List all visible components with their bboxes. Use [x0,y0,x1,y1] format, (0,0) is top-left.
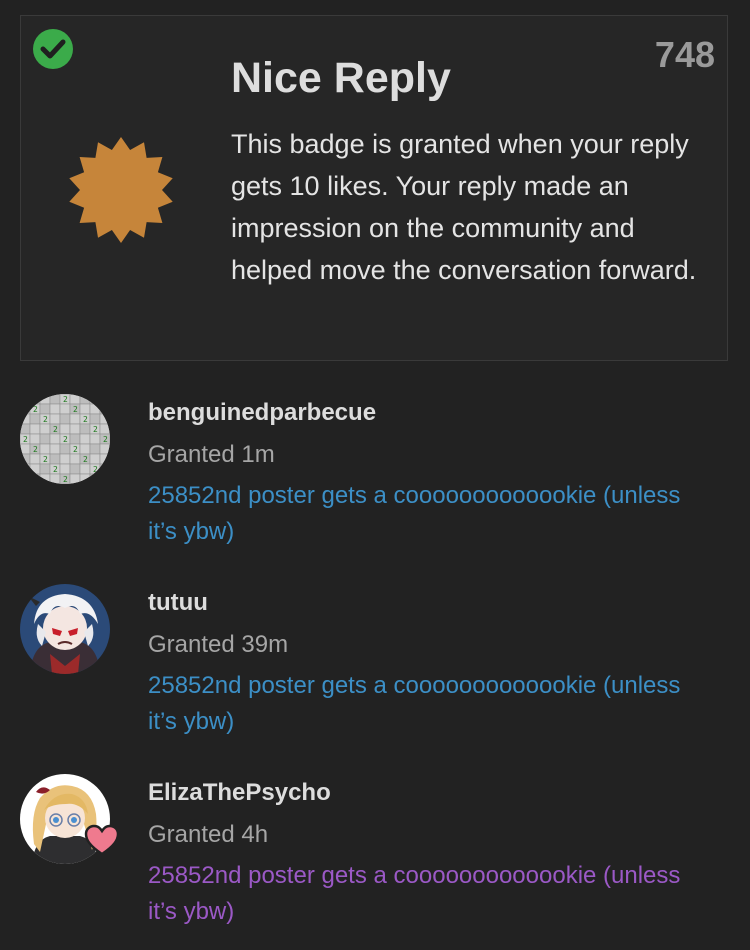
anime-white-hair-avatar[interactable] [20,584,110,674]
svg-text:2: 2 [93,425,98,434]
minesweeper-avatar[interactable]: 222222222222222222222 [20,394,110,484]
svg-text:2: 2 [83,455,88,464]
svg-text:2: 2 [63,395,68,404]
grant-list: 222222222222222222222 benguinedparbecue … [0,380,750,950]
granted-time: Granted 39m [148,631,289,658]
grant-item: ElizaThePsycho Granted 4h 25852nd poster… [0,760,750,950]
check-circle-icon [33,29,73,69]
svg-text:2: 2 [103,395,108,404]
username[interactable]: ElizaThePsycho [148,779,331,807]
svg-text:2: 2 [63,435,68,444]
svg-text:2: 2 [33,405,38,414]
heart-icon [84,824,120,856]
granted-time: Granted 1m [148,441,275,468]
grant-item: tutuu Granted 39m 25852nd poster gets a … [0,570,750,760]
svg-text:2: 2 [103,475,108,484]
badge-seal-icon [69,137,173,243]
username[interactable]: tutuu [148,589,208,617]
svg-text:2: 2 [23,435,28,444]
grant-item: 222222222222222222222 benguinedparbecue … [0,380,750,570]
badge-title: Nice Reply [231,54,451,102]
svg-text:2: 2 [43,455,48,464]
svg-text:2: 2 [83,415,88,424]
svg-text:2: 2 [53,425,58,434]
badge-card: 748 Nice Reply This badge is granted whe… [20,15,728,361]
grant-count: 748 [654,34,715,75]
username[interactable]: benguinedparbecue [148,399,376,427]
post-link[interactable]: 25852nd poster gets a cooooooooooookie (… [148,478,708,550]
svg-text:2: 2 [73,445,78,454]
granted-time: Granted 4h [148,821,269,848]
svg-text:2: 2 [23,475,28,484]
svg-text:2: 2 [53,465,58,474]
svg-text:2: 2 [33,445,38,454]
badge-description: This badge is granted when your reply ge… [231,129,697,285]
svg-text:2: 2 [93,465,98,474]
svg-text:2: 2 [73,405,78,414]
svg-text:2: 2 [63,475,68,484]
svg-text:2: 2 [43,415,48,424]
post-link[interactable]: 25852nd poster gets a cooooooooooookie (… [148,858,708,930]
svg-text:2: 2 [23,395,28,404]
svg-text:2: 2 [103,435,108,444]
post-link[interactable]: 25852nd poster gets a cooooooooooookie (… [148,668,708,740]
